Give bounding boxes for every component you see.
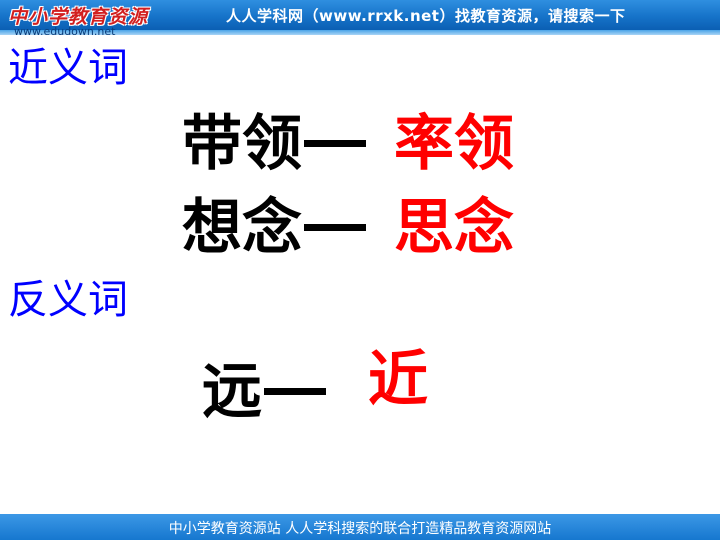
antonym-pair-1: 远近 [202,345,428,428]
logo-url[interactable]: www.edudown.net [14,26,115,38]
synonym-answer-1: 率领 [394,109,514,179]
dash-2 [304,223,366,231]
antonym-word-1: 远 [202,357,262,427]
synonym-pair-1: 带领 率领 [182,108,514,180]
synonym-answer-2: 思念 [394,193,514,263]
footer-text: 中小学教育资源站 人人学科搜索的联合打造精品教育资源网站 [168,521,552,537]
banner-text: 人人学科网（www.rrxk.net）找教育资源，请搜索一下 [226,7,626,25]
site-logo[interactable]: 中小学教育资源 [8,2,158,28]
dash-1 [304,139,366,147]
antonym-answer-1: 近 [368,345,428,415]
synonym-word-1: 带领 [182,109,302,179]
synonym-pair-2: 想念 思念 [182,192,514,264]
synonym-heading: 近义词 [8,45,128,91]
dash-3 [264,387,326,395]
synonym-word-2: 想念 [182,193,302,263]
footer-bar: 中小学教育资源站 人人学科搜索的联合打造精品教育资源网站 [0,514,720,540]
antonym-heading: 反义词 [8,277,128,323]
